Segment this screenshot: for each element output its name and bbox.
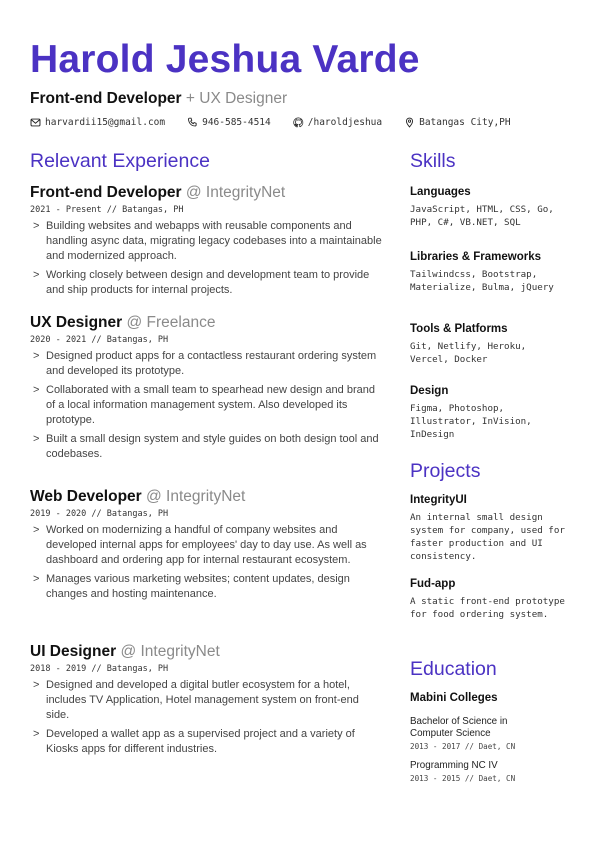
mail-icon [30,118,41,127]
job-bullet-text: Built a small design system and style gu… [46,433,379,460]
experience-heading: Relevant Experience [30,150,210,172]
job-role: UI Designer [30,643,117,660]
skill-group: Tools & Platforms Git, Netlify, Heroku, … [410,323,570,366]
project-name: Fud-app [410,578,456,590]
job-bullet: > Collaborated with a small team to spear… [30,383,385,428]
skill-group-heading: Libraries & Frameworks [410,251,542,263]
job-bullet: > Built a small design system and style g… [30,432,385,462]
job-bullet: > Designed and developed a digital butler… [30,678,385,723]
location-pin-icon [406,117,414,128]
contact-email-text: harvardii15@gmail.com [45,117,166,128]
chevron-right-icon: > [33,524,40,536]
github-icon [293,117,303,128]
job-company: @ Freelance [126,314,216,331]
degree-name: Bachelor of Science in Computer Science [410,716,508,739]
skill-group-heading: Design [410,385,449,397]
skill-group: Design Figma, Photoshop, Illustrator, In… [410,385,570,441]
contact-email[interactable]: harvardii15@gmail.com [30,117,165,128]
contact-github-text: /haroldjeshua [307,117,383,128]
job-bullets: > Designed and developed a digital butler… [30,678,385,757]
job-bullets: > Building websites and webapps with reus… [30,219,385,298]
headline-alt-role: + UX Designer [185,90,288,107]
contact-location-text: Batangas City,PH [419,117,511,128]
job-bullet: > Worked on modernizing a handful of comp… [30,523,385,568]
chevron-right-icon: > [33,433,40,445]
job-role: UX Designer [30,314,123,331]
phone-icon [188,117,197,127]
degree-name: Programming NC IV [410,760,498,771]
chevron-right-icon: > [33,350,40,362]
education-entry: Programming NC IV 2013 - 2015 // Daet, C… [410,760,570,783]
job-bullet: > Developed a wallet app as a supervised … [30,727,385,757]
project-description: A static front-end prototype for food or… [410,596,565,620]
chevron-right-icon: > [33,573,40,585]
degree-meta: 2013 - 2015 // Daet, CN [410,774,516,783]
job-entry: UX Designer @ Freelance 2020 - 2021 // B… [30,314,385,466]
skill-group: Libraries & Frameworks Tailwindcss, Boot… [410,251,570,294]
skill-group-items: JavaScript, HTML, CSS, Go, PHP, C#, VB.N… [410,204,554,228]
school-name: Mabini Colleges [410,692,498,704]
job-bullet-text: Manages various marketing websites; cont… [46,573,350,600]
degree-meta: 2013 - 2017 // Daet, CN [410,742,516,751]
skill-group-items: Tailwindcss, Bootstrap, Materialize, Bul… [410,269,554,293]
skill-group: Languages JavaScript, HTML, CSS, Go, PHP… [410,186,570,229]
contact-phone-text: 946-585-4514 [202,117,271,128]
job-bullet: > Working closely between design and deve… [30,268,385,298]
education-heading: Education [410,658,497,680]
resume-name: Harold Jeshua Varde [30,38,420,81]
job-entry: UI Designer @ IntegrityNet 2018 - 2019 /… [30,643,385,761]
job-meta: 2020 - 2021 // Batangas, PH [30,335,169,345]
job-bullet: > Manages various marketing websites; con… [30,572,385,602]
skill-group-heading: Tools & Platforms [410,323,508,335]
job-bullet-text: Collaborated with a small team to spearh… [46,384,375,426]
chevron-right-icon: > [33,269,40,281]
project-description: An internal small design system for comp… [410,512,565,562]
job-title: Web Developer @ IntegrityNet [30,488,385,506]
contact-bar: harvardii15@gmail.com 946-585-4514 /haro… [30,117,533,128]
project-entry: Fud-app A static front-end prototype for… [410,578,570,621]
job-title: Front-end Developer @ IntegrityNet [30,184,385,202]
job-bullet-text: Building websites and webapps with reusa… [46,220,382,262]
project-entry: IntegrityUI An internal small design sys… [410,494,570,563]
contact-location: Batangas City,PH [404,117,511,128]
job-entry: Front-end Developer @ IntegrityNet 2021 … [30,184,385,302]
skill-group-heading: Languages [410,186,471,198]
job-bullet-text: Worked on modernizing a handful of compa… [46,524,367,566]
job-entry: Web Developer @ IntegrityNet 2019 - 2020… [30,488,385,606]
skill-group-items: Git, Netlify, Heroku, Vercel, Docker [410,341,527,365]
job-title: UI Designer @ IntegrityNet [30,643,385,661]
chevron-right-icon: > [33,220,40,232]
education-school: Mabini Colleges [410,692,570,704]
job-meta: 2019 - 2020 // Batangas, PH [30,509,169,519]
job-bullet-text: Designed and developed a digital butler … [46,679,359,721]
project-name: IntegrityUI [410,494,467,506]
job-company: @ IntegrityNet [120,643,220,660]
job-role: Web Developer [30,488,142,505]
contact-phone[interactable]: 946-585-4514 [187,117,271,128]
education-entry: Bachelor of Science in Computer Science … [410,716,540,751]
job-title: UX Designer @ Freelance [30,314,385,332]
headline: Front-end Developer + UX Designer [30,90,287,108]
projects-heading: Projects [410,460,481,482]
job-bullet: > Building websites and webapps with reus… [30,219,385,264]
contact-github[interactable]: /haroldjeshua [293,117,382,128]
job-company: @ IntegrityNet [146,488,246,505]
skill-group-items: Figma, Photoshop, Illustrator, InVision,… [410,403,532,440]
skills-heading: Skills [410,150,456,172]
chevron-right-icon: > [33,679,40,691]
job-meta: 2021 - Present // Batangas, PH [30,205,184,215]
job-company: @ IntegrityNet [185,184,286,201]
headline-role: Front-end Developer [30,90,182,107]
job-bullets: > Worked on modernizing a handful of comp… [30,523,385,602]
job-bullet-text: Designed product apps for a contactless … [46,350,377,377]
chevron-right-icon: > [33,728,40,740]
job-bullet-text: Working closely between design and devel… [46,269,370,296]
job-bullets: > Designed product apps for a contactless… [30,349,385,462]
job-bullet-text: Developed a wallet app as a supervised p… [46,728,355,755]
job-role: Front-end Developer [30,184,182,201]
job-meta: 2018 - 2019 // Batangas, PH [30,664,169,674]
job-bullet: > Designed product apps for a contactless… [30,349,385,379]
chevron-right-icon: > [33,384,40,396]
